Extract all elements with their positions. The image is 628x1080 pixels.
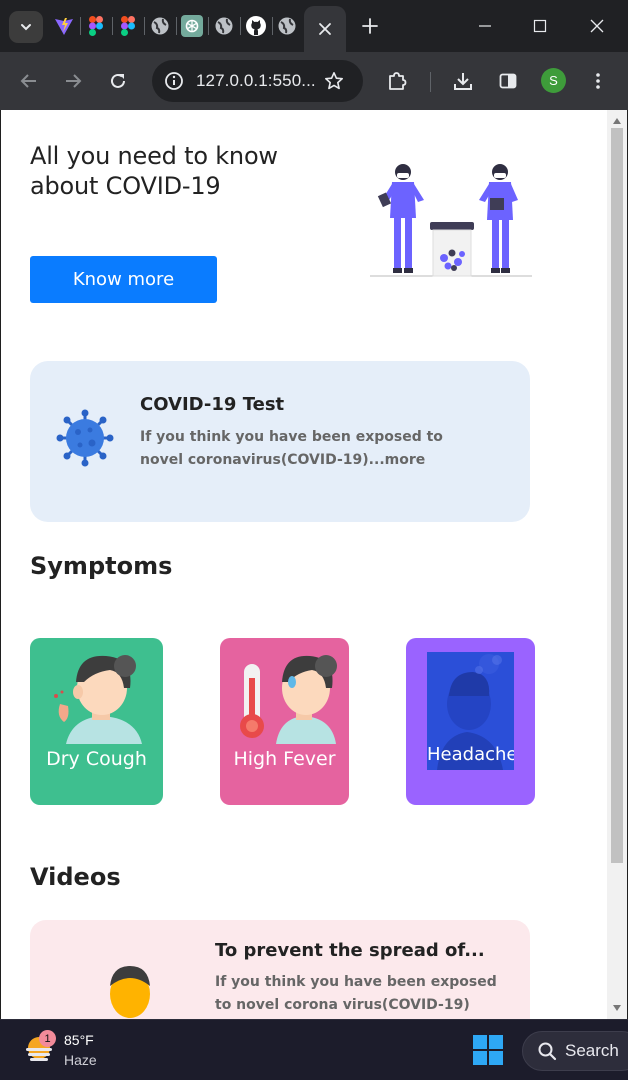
symptom-card-headache[interactable]: Headache	[406, 638, 535, 805]
reload-button[interactable]	[102, 66, 134, 96]
globe-icon	[278, 17, 296, 35]
tab-figma-2[interactable]	[117, 15, 139, 37]
know-more-button[interactable]: Know more	[30, 256, 217, 303]
symptom-card-dry-cough[interactable]: Dry Cough	[30, 638, 163, 805]
close-tab-icon[interactable]	[318, 22, 332, 36]
video-description: If you think you have been exposed to no…	[215, 974, 497, 1013]
tab-search-button[interactable]	[9, 11, 43, 43]
menu-button[interactable]	[582, 66, 614, 96]
hero-title: All you need to know about COVID-19	[30, 142, 278, 200]
tab-vite[interactable]	[53, 15, 75, 37]
headache-image: Headache	[427, 652, 514, 770]
arrow-right-icon	[66, 74, 82, 88]
chevron-down-icon	[21, 24, 31, 31]
video-card[interactable]: To prevent the spread of... If you think…	[30, 920, 530, 1019]
close-icon	[590, 19, 604, 33]
tab-globe-1[interactable]	[149, 15, 171, 37]
active-tab[interactable]	[304, 6, 346, 52]
video-title: To prevent the spread of...	[215, 940, 485, 961]
symptom-card-high-fever[interactable]: High Fever	[220, 638, 349, 805]
browser-toolbar: 127.0.0.1:550... S	[0, 52, 628, 110]
download-icon	[454, 73, 472, 90]
new-tab-button[interactable]	[357, 12, 383, 40]
scroll-down-arrow[interactable]	[612, 1003, 622, 1013]
caret-down-icon	[613, 1005, 621, 1011]
back-button[interactable]	[13, 66, 45, 96]
taskbar-search[interactable]: Search	[522, 1031, 628, 1071]
video-thumbnail-person	[110, 966, 150, 1018]
symptom-label-headache: Headache	[427, 744, 514, 765]
site-info-icon[interactable]	[164, 71, 184, 91]
forward-button[interactable]	[57, 66, 89, 96]
tab-chatgpt[interactable]	[181, 15, 203, 37]
scrollbar-thumb[interactable]	[611, 128, 623, 863]
minimize-icon	[479, 25, 491, 27]
covid-test-description[interactable]: If you think you have been exposed to no…	[140, 426, 470, 472]
profile-avatar[interactable]: S	[541, 68, 566, 93]
tab-globe-2[interactable]	[213, 15, 235, 37]
page-viewport: All you need to know about COVID-19 Know…	[1, 110, 627, 1019]
videos-heading: Videos	[30, 863, 121, 891]
symptom-label-high-fever: High Fever	[233, 748, 336, 770]
symptom-label-dry-cough: Dry Cough	[46, 748, 147, 770]
star-icon	[325, 72, 343, 90]
reload-icon	[111, 73, 125, 88]
figma-icon	[89, 16, 103, 36]
puzzle-icon	[389, 72, 407, 90]
weather-notification-badge: 1	[39, 1030, 56, 1047]
covid-test-title: COVID-19 Test	[140, 394, 285, 415]
github-icon	[246, 16, 266, 36]
more-vertical-icon	[596, 73, 600, 89]
tab-figma-1[interactable]	[85, 15, 107, 37]
browser-tab-strip	[0, 0, 628, 52]
profile-initial: S	[549, 73, 558, 88]
bookmark-button[interactable]	[318, 66, 350, 96]
maximize-button[interactable]	[520, 10, 560, 42]
tab-globe-3[interactable]	[276, 15, 298, 37]
extensions-button[interactable]	[381, 66, 413, 96]
plus-icon	[362, 18, 378, 34]
caret-up-icon	[613, 118, 621, 124]
side-panel-button[interactable]	[492, 66, 524, 96]
side-panel-icon	[499, 73, 517, 89]
chatgpt-icon	[185, 19, 199, 33]
doctors-illustration	[370, 164, 532, 277]
scroll-up-arrow[interactable]	[612, 116, 622, 126]
coughing-person-icon	[54, 655, 142, 744]
virus-icon	[56, 409, 114, 467]
symptoms-heading: Symptoms	[30, 552, 173, 580]
downloads-button[interactable]	[447, 66, 479, 96]
search-icon	[538, 1042, 557, 1061]
tab-github[interactable]	[245, 15, 267, 37]
minimize-button[interactable]	[465, 10, 505, 42]
vite-icon	[55, 18, 73, 35]
search-label: Search	[565, 1041, 619, 1060]
globe-icon	[215, 17, 233, 35]
globe-icon	[151, 17, 169, 35]
maximize-icon	[533, 19, 547, 33]
windows-start-icon[interactable]	[472, 1034, 504, 1066]
close-window-button[interactable]	[577, 10, 617, 42]
url-text[interactable]: 127.0.0.1:550...	[196, 71, 316, 91]
windows-taskbar: 1 85°F Haze Search	[0, 1019, 628, 1080]
covid-test-card[interactable]: COVID-19 Test If you think you have been…	[30, 361, 530, 522]
figma-icon	[121, 16, 135, 36]
fever-person-icon	[240, 655, 337, 744]
arrow-left-icon	[20, 74, 36, 88]
weather-condition[interactable]: Haze	[64, 1052, 97, 1068]
weather-temperature[interactable]: 85°F	[64, 1032, 94, 1048]
page-scrollbar[interactable]	[607, 110, 627, 1019]
